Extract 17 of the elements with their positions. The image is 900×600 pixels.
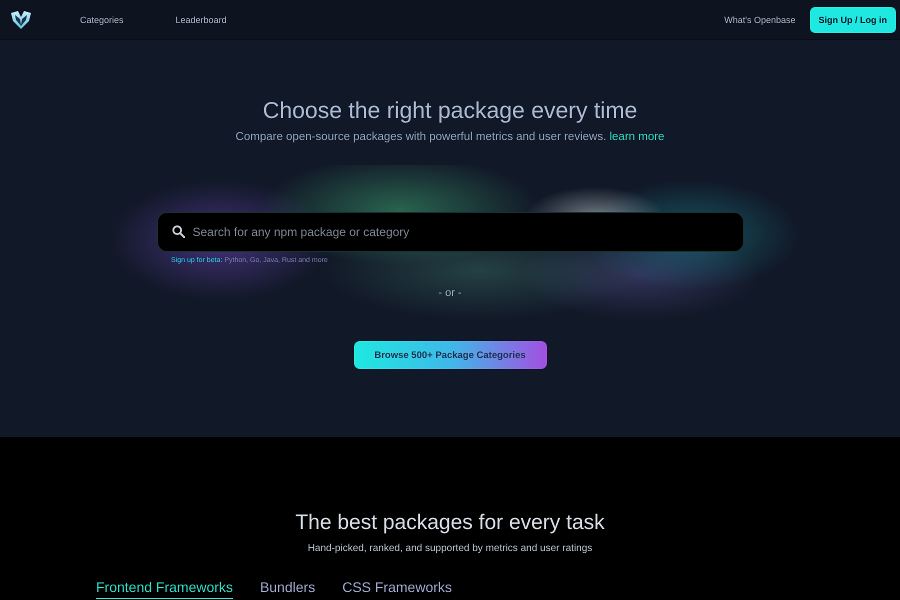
hero-subtitle: Compare open-source packages with powerful metrics and user reviews. learn more bbox=[236, 130, 664, 145]
category-tab[interactable]: CSS Frameworks bbox=[342, 579, 452, 599]
nav-link[interactable]: Leaderboard bbox=[176, 14, 227, 24]
section-title: The best packages for every task bbox=[295, 510, 605, 536]
or-separator: - or - bbox=[438, 286, 462, 300]
search-field[interactable]: Search for any npm package or category bbox=[156, 212, 744, 252]
section-subtitle: Hand-picked, ranked, and supported by metrics and user ratings bbox=[308, 542, 592, 555]
category-tab[interactable]: Bundlers bbox=[260, 579, 316, 599]
logo-icon[interactable] bbox=[11, 10, 31, 28]
learn-more-link[interactable]: learn more bbox=[609, 131, 664, 143]
nav-link[interactable]: Categories bbox=[80, 14, 124, 24]
category-tab[interactable]: Frontend Frameworks bbox=[96, 579, 233, 599]
search-icon bbox=[172, 225, 184, 238]
browse-categories-button[interactable]: Browse 500+ Package Categories bbox=[354, 341, 546, 369]
about-link[interactable]: What's Openbase bbox=[724, 14, 796, 24]
signup-login-button[interactable]: Sign Up / Log in bbox=[810, 6, 896, 32]
hero-title: Choose the right package every time bbox=[262, 96, 638, 124]
